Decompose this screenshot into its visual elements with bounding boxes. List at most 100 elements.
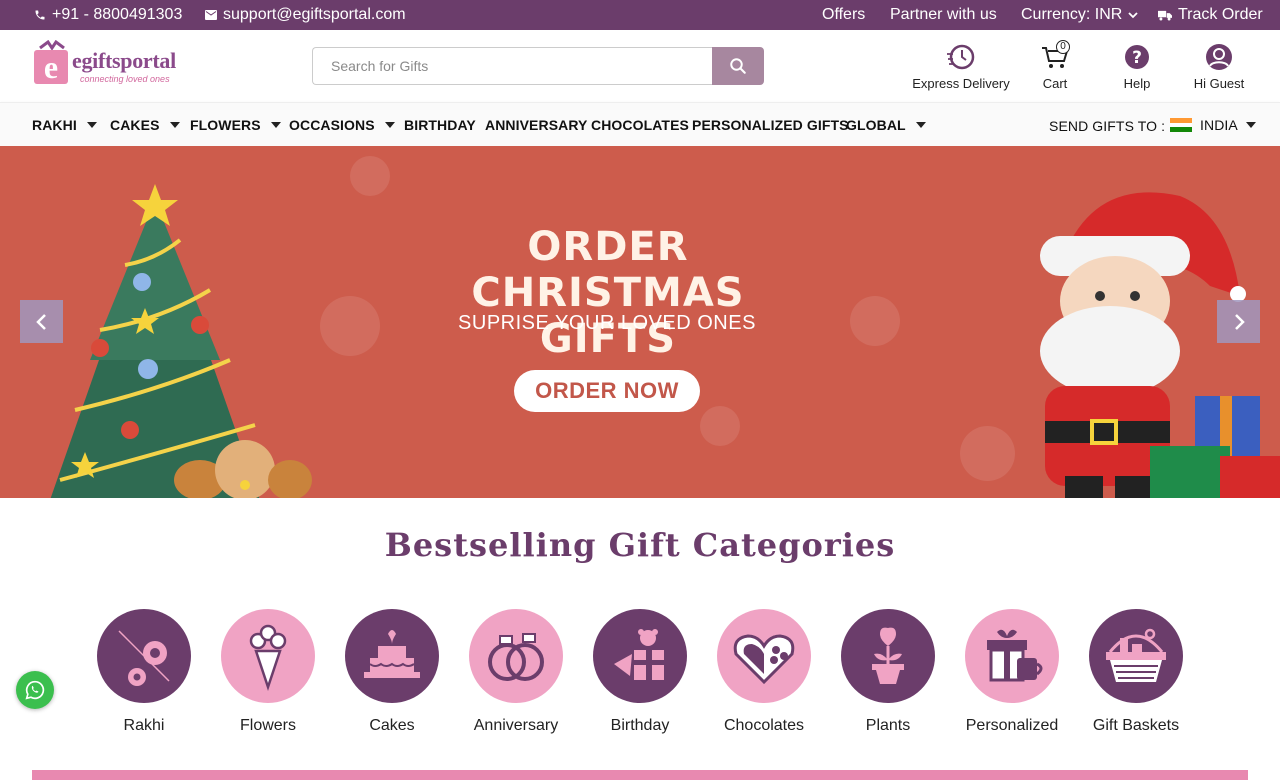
rings-icon xyxy=(469,609,563,703)
caret-down-icon xyxy=(86,122,97,128)
email-address: support@egiftsportal.com xyxy=(223,6,406,23)
top-bar: +91 - 8800491303 support@egiftsportal.co… xyxy=(0,0,1280,30)
offers-label: Offers xyxy=(822,6,866,23)
caret-down-icon xyxy=(384,122,395,128)
nav-label: OCCASIONS xyxy=(289,117,375,133)
nav-item-chocolates[interactable]: CHOCOLATES xyxy=(591,117,689,133)
nav-item-anniversary[interactable]: ANNIVERSARY xyxy=(485,117,587,133)
gift-basket-icon xyxy=(1089,609,1183,703)
category-plants[interactable]: Plants xyxy=(826,609,950,735)
cart-count-badge: 0 xyxy=(1056,40,1070,54)
search-button[interactable] xyxy=(712,47,764,85)
phone-icon xyxy=(35,10,45,20)
category-label: Birthday xyxy=(610,717,670,734)
nav-item-personalized-gifts[interactable]: PERSONALIZED GIFTS xyxy=(692,117,849,133)
phone-contact[interactable]: +91 - 8800491303 xyxy=(34,6,182,24)
site-logo[interactable]: e egiftsportal connecting loved ones xyxy=(32,40,202,88)
search-input[interactable] xyxy=(312,47,712,85)
category-label: Chocolates xyxy=(723,717,805,734)
svg-text:e: e xyxy=(44,49,58,85)
nav-label: FLOWERS xyxy=(190,117,261,133)
category-gift-baskets[interactable]: Gift Baskets xyxy=(1074,609,1198,735)
nav-label: PERSONALIZED GIFTS xyxy=(692,117,849,133)
personalized-gift-icon xyxy=(965,609,1059,703)
cart-label: Cart xyxy=(1042,76,1068,91)
category-label: Rakhi xyxy=(123,717,165,734)
category-chocolates[interactable]: Chocolates xyxy=(702,609,826,735)
nav-item-flowers[interactable]: FLOWERS xyxy=(190,117,281,133)
gift-teddy-icon xyxy=(593,609,687,703)
category-birthday[interactable]: Birthday xyxy=(578,609,702,735)
help-icon: ? xyxy=(1122,42,1152,72)
track-order-link[interactable]: Track Order xyxy=(1158,6,1263,24)
svg-text:?: ? xyxy=(1132,48,1142,68)
chevron-down-icon xyxy=(1128,12,1138,19)
carousel-prev-button[interactable] xyxy=(20,300,63,343)
category-flowers[interactable]: Flowers xyxy=(206,609,330,735)
category-label: Flowers xyxy=(239,717,296,734)
help-link[interactable]: ? Help xyxy=(1114,42,1160,91)
nav-item-rakhi[interactable]: RAKHI xyxy=(32,117,97,133)
category-label: Plants xyxy=(865,717,911,734)
search-bar xyxy=(312,47,764,85)
cake-icon xyxy=(345,609,439,703)
category-label: Cakes xyxy=(369,717,415,734)
main-nav: RAKHI CAKES FLOWERS OCCASIONS BIRTHDAY A… xyxy=(0,102,1280,146)
email-contact[interactable]: support@egiftsportal.com xyxy=(205,6,406,24)
country-selector[interactable]: INDIA xyxy=(1170,117,1256,133)
search-icon xyxy=(730,58,746,74)
chocolate-box-icon xyxy=(717,609,811,703)
whatsapp-icon xyxy=(25,680,45,700)
express-delivery-label: Express Delivery xyxy=(912,76,1010,91)
country-label: INDIA xyxy=(1200,117,1238,133)
nav-item-birthday[interactable]: BIRTHDAY xyxy=(404,117,476,133)
nav-label: CHOCOLATES xyxy=(591,117,689,133)
account-label: Hi Guest xyxy=(1193,76,1245,91)
express-delivery-icon xyxy=(946,42,976,72)
currency-selector[interactable]: Currency: INR xyxy=(1021,6,1138,24)
hero-title: ORDER CHRISTMAS GIFTS xyxy=(471,224,745,362)
category-anniversary[interactable]: Anniversary xyxy=(454,609,578,735)
truck-icon xyxy=(1158,10,1172,20)
carousel-next-button[interactable] xyxy=(1217,300,1260,343)
track-order-label: Track Order xyxy=(1178,6,1263,23)
nav-item-occasions[interactable]: OCCASIONS xyxy=(289,117,395,133)
nav-item-global[interactable]: GLOBAL xyxy=(846,117,926,133)
plant-icon xyxy=(841,609,935,703)
help-label: Help xyxy=(1123,76,1151,91)
category-rakhi[interactable]: Rakhi xyxy=(82,609,206,735)
section-title: Bestselling Gift Categories xyxy=(384,526,896,564)
send-gifts-to-label: SEND GIFTS TO : xyxy=(1049,118,1165,134)
partner-link[interactable]: Partner with us xyxy=(890,6,997,24)
nav-label: GLOBAL xyxy=(846,117,906,133)
cart-link[interactable]: 0 Cart xyxy=(1032,40,1078,91)
logo-tagline: connecting loved ones xyxy=(80,74,170,84)
promo-banner-strip xyxy=(32,770,1248,780)
user-icon xyxy=(1204,42,1234,72)
nav-label: ANNIVERSARY xyxy=(485,117,588,133)
nav-label: RAKHI xyxy=(32,117,77,133)
caret-down-icon xyxy=(169,122,180,128)
snowflake-decoration xyxy=(700,406,740,446)
india-flag-icon xyxy=(1170,118,1192,133)
account-link[interactable]: Hi Guest xyxy=(1186,42,1252,91)
header: e egiftsportal connecting loved ones Exp… xyxy=(0,30,1280,102)
category-cakes[interactable]: Cakes xyxy=(330,609,454,735)
snowflake-decoration xyxy=(350,156,390,196)
express-delivery-link[interactable]: Express Delivery xyxy=(910,42,1012,91)
hero-subtitle: SUPRISE YOUR LOVED ONES xyxy=(458,312,756,334)
mail-icon xyxy=(205,10,217,20)
order-now-button[interactable]: ORDER NOW xyxy=(514,370,700,412)
logo-brand: egiftsportal xyxy=(72,48,176,73)
snowflake-decoration xyxy=(850,296,900,346)
offers-link[interactable]: Offers xyxy=(822,6,865,24)
nav-item-cakes[interactable]: CAKES xyxy=(110,117,180,133)
hero-banner[interactable]: ORDER CHRISTMAS GIFTS SUPRISE YOUR LOVED… xyxy=(0,146,1280,498)
currency-label: Currency: INR xyxy=(1021,6,1123,23)
caret-down-icon xyxy=(915,122,926,128)
category-label: Personalized xyxy=(965,717,1059,734)
caret-down-icon xyxy=(270,122,281,128)
partner-label: Partner with us xyxy=(890,6,997,23)
whatsapp-button[interactable] xyxy=(16,671,54,709)
category-personalized[interactable]: Personalized xyxy=(950,609,1074,735)
